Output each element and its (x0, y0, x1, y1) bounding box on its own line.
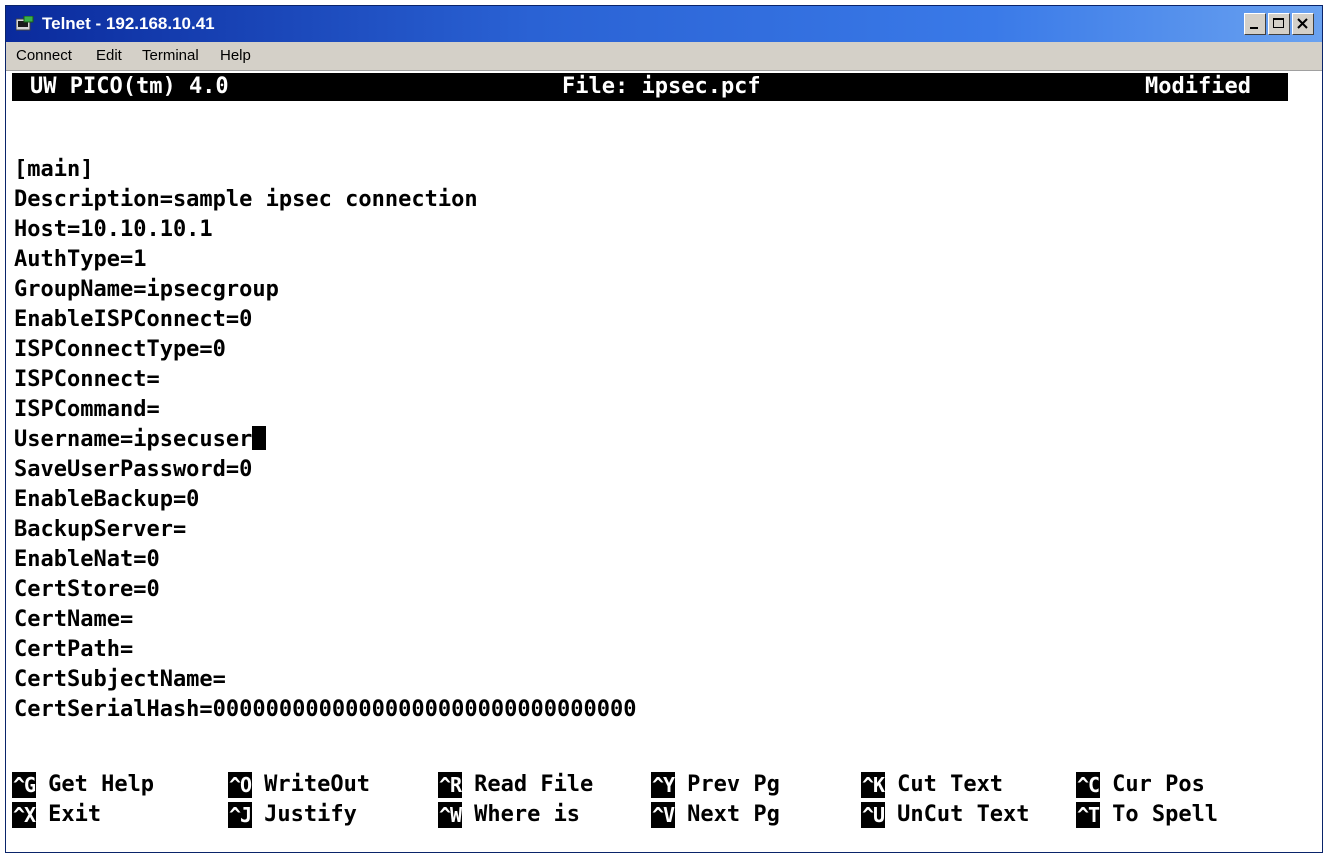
shortcut-key: ^X (12, 802, 36, 828)
menu-bar: Connect Edit Terminal Help (6, 42, 1322, 71)
shortcut-prev-pg[interactable]: ^Y Prev Pg (651, 771, 780, 799)
shortcut-key: ^O (228, 772, 252, 798)
shortcut-label: WriteOut (264, 772, 371, 797)
file-line: SaveUserPassword=0 (14, 457, 253, 482)
maximize-icon (1273, 18, 1284, 28)
shortcut-key: ^T (1076, 802, 1100, 828)
file-line: Host=10.10.10.1 (14, 217, 213, 242)
shortcut-label: Read File (474, 772, 594, 797)
editor-status: Modified (1145, 74, 1251, 99)
file-line: CertName= (14, 607, 134, 632)
shortcut-get-help[interactable]: ^G Get Help (12, 771, 154, 799)
menu-terminal[interactable]: Terminal (142, 47, 199, 64)
shortcut-writeout[interactable]: ^O WriteOut (228, 771, 370, 799)
telnet-app-icon (15, 15, 34, 32)
telnet-window: Telnet - 192.168.10.41 Connect Edit Term… (5, 5, 1323, 853)
text-cursor (252, 426, 267, 450)
shortcut-key: ^J (228, 802, 252, 828)
editor-file-name: File: ipsec.pcf (562, 74, 761, 99)
shortcut-cut-text[interactable]: ^K Cut Text (861, 771, 1003, 799)
terminal-screen[interactable]: UW PICO(tm) 4.0 File: ipsec.pcf Modified… (6, 71, 1322, 852)
shortcut-label: Cut Text (897, 772, 1004, 797)
window-controls (1244, 13, 1314, 35)
shortcut-label: Get Help (48, 772, 155, 797)
shortcut-key: ^Y (651, 772, 675, 798)
shortcut-key: ^W (438, 802, 462, 828)
file-line: BackupServer= (14, 517, 187, 542)
file-line-text: Username=ipsecuser (14, 427, 253, 452)
shortcut-label: UnCut Text (897, 802, 1030, 827)
shortcut-key: ^R (438, 772, 462, 798)
file-line: [main] (14, 157, 94, 182)
file-line: EnableNat=0 (14, 547, 160, 572)
file-line: EnableBackup=0 (14, 487, 200, 512)
shortcut-where-is[interactable]: ^W Where is (438, 801, 580, 829)
pico-header-bar: UW PICO(tm) 4.0 File: ipsec.pcf Modified (12, 73, 1288, 101)
shortcut-exit[interactable]: ^X Exit (12, 801, 101, 829)
file-line: EnableISPConnect=0 (14, 307, 253, 332)
shortcut-read-file[interactable]: ^R Read File (438, 771, 593, 799)
shortcut-cur-pos[interactable]: ^C Cur Pos (1076, 771, 1205, 799)
shortcut-key: ^K (861, 772, 885, 798)
shortcut-to-spell[interactable]: ^T To Spell (1076, 801, 1218, 829)
shortcut-label: Justify (264, 802, 357, 827)
shortcut-next-pg[interactable]: ^V Next Pg (651, 801, 780, 829)
shortcut-label: Prev Pg (687, 772, 780, 797)
maximize-button[interactable] (1268, 13, 1290, 35)
shortcut-label: Cur Pos (1112, 772, 1205, 797)
file-line: Description=sample ipsec connection (14, 187, 478, 212)
menu-connect[interactable]: Connect (16, 47, 72, 64)
file-line: CertSerialHash=0000000000000000000000000… (14, 697, 637, 722)
file-line: CertSubjectName= (14, 667, 226, 692)
shortcut-label: Where is (474, 802, 581, 827)
menu-help[interactable]: Help (220, 47, 251, 64)
minimize-icon (1250, 27, 1258, 29)
shortcut-key: ^V (651, 802, 675, 828)
shortcut-label: To Spell (1112, 802, 1219, 827)
file-line: GroupName=ipsecgroup (14, 277, 279, 302)
shortcut-justify[interactable]: ^J Justify (228, 801, 357, 829)
shortcut-key: ^C (1076, 772, 1100, 798)
shortcut-key: ^G (12, 772, 36, 798)
file-line: ISPCommand= (14, 397, 160, 422)
file-line: ISPConnect= (14, 367, 160, 392)
window-title: Telnet - 192.168.10.41 (42, 14, 215, 33)
minimize-button[interactable] (1244, 13, 1266, 35)
shortcut-key: ^U (861, 802, 885, 828)
shortcut-label: Next Pg (687, 802, 780, 827)
file-line: CertStore=0 (14, 577, 160, 602)
close-button[interactable] (1292, 13, 1314, 35)
shortcut-uncut-text[interactable]: ^U UnCut Text (861, 801, 1030, 829)
file-line-current: Username=ipsecuser (14, 426, 267, 454)
file-line: CertPath= (14, 637, 134, 662)
shortcut-label: Exit (48, 802, 102, 827)
menu-edit[interactable]: Edit (96, 47, 122, 64)
file-line: AuthType=1 (14, 247, 147, 272)
close-icon (1297, 18, 1308, 29)
editor-app-name: UW PICO(tm) 4.0 (30, 74, 229, 99)
title-bar[interactable]: Telnet - 192.168.10.41 (6, 6, 1322, 42)
file-line: ISPConnectType=0 (14, 337, 226, 362)
